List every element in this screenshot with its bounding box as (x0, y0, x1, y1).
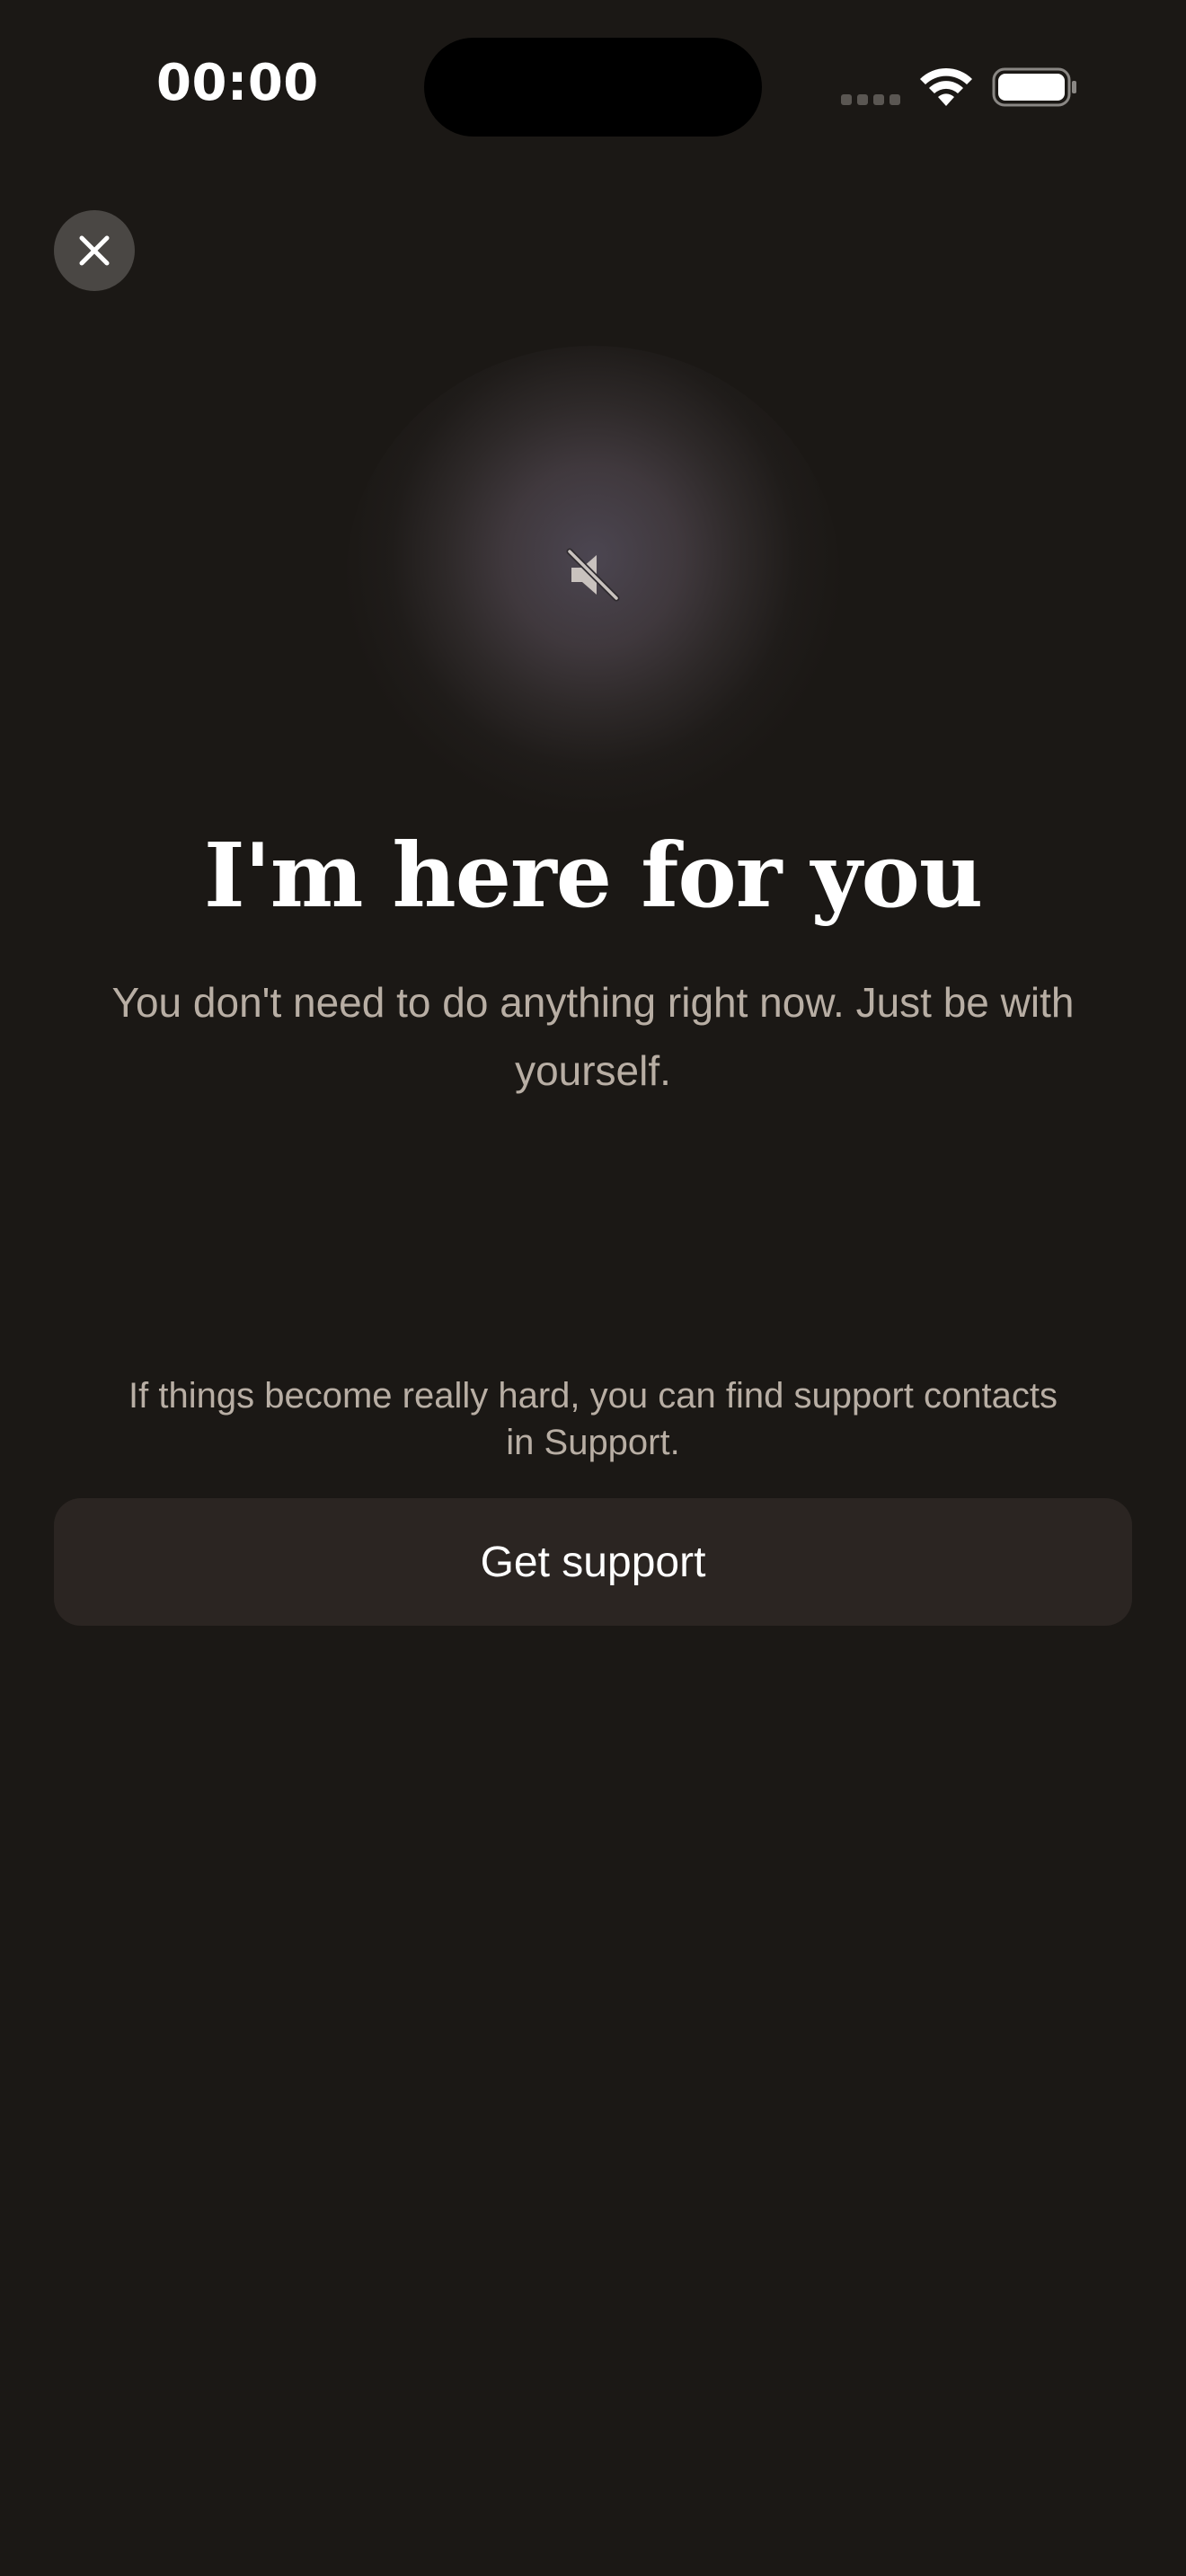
battery-icon (992, 67, 1076, 107)
get-support-label: Get support (480, 1538, 706, 1586)
close-icon (79, 235, 110, 266)
cellular-signal-icon (841, 94, 900, 105)
wifi-icon (920, 67, 972, 106)
page-title: I'm here for you (203, 825, 983, 928)
get-support-button[interactable]: Get support (54, 1498, 1132, 1626)
dynamic-island (424, 38, 762, 137)
speaker-muted-icon (566, 548, 620, 602)
status-time: 00:00 (156, 54, 319, 112)
mute-toggle-button[interactable] (557, 539, 629, 611)
reassurance-text: You don't need to do anything right now.… (111, 979, 1075, 1094)
close-button[interactable] (54, 210, 135, 291)
support-note: If things become really hard, you can fi… (128, 1376, 1058, 1462)
